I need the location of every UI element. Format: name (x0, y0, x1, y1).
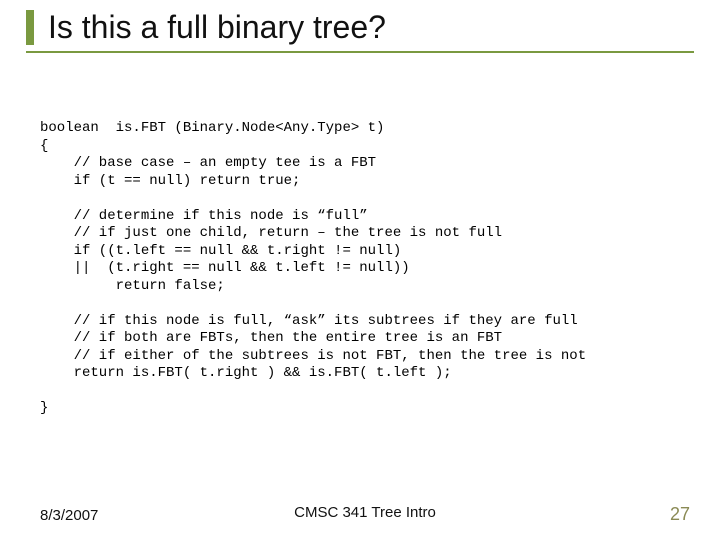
slide-title: Is this a full binary tree? (26, 10, 694, 45)
footer-center: CMSC 341 Tree Intro (40, 504, 690, 521)
title-wrap: Is this a full binary tree? (26, 10, 694, 53)
footer: 8/3/2007 CMSC 341 Tree Intro 27 (40, 504, 690, 525)
code-block: boolean is.FBT (Binary.Node<Any.Type> t)… (40, 120, 680, 418)
slide: Is this a full binary tree? boolean is.F… (0, 0, 720, 540)
title-underline (26, 51, 694, 53)
